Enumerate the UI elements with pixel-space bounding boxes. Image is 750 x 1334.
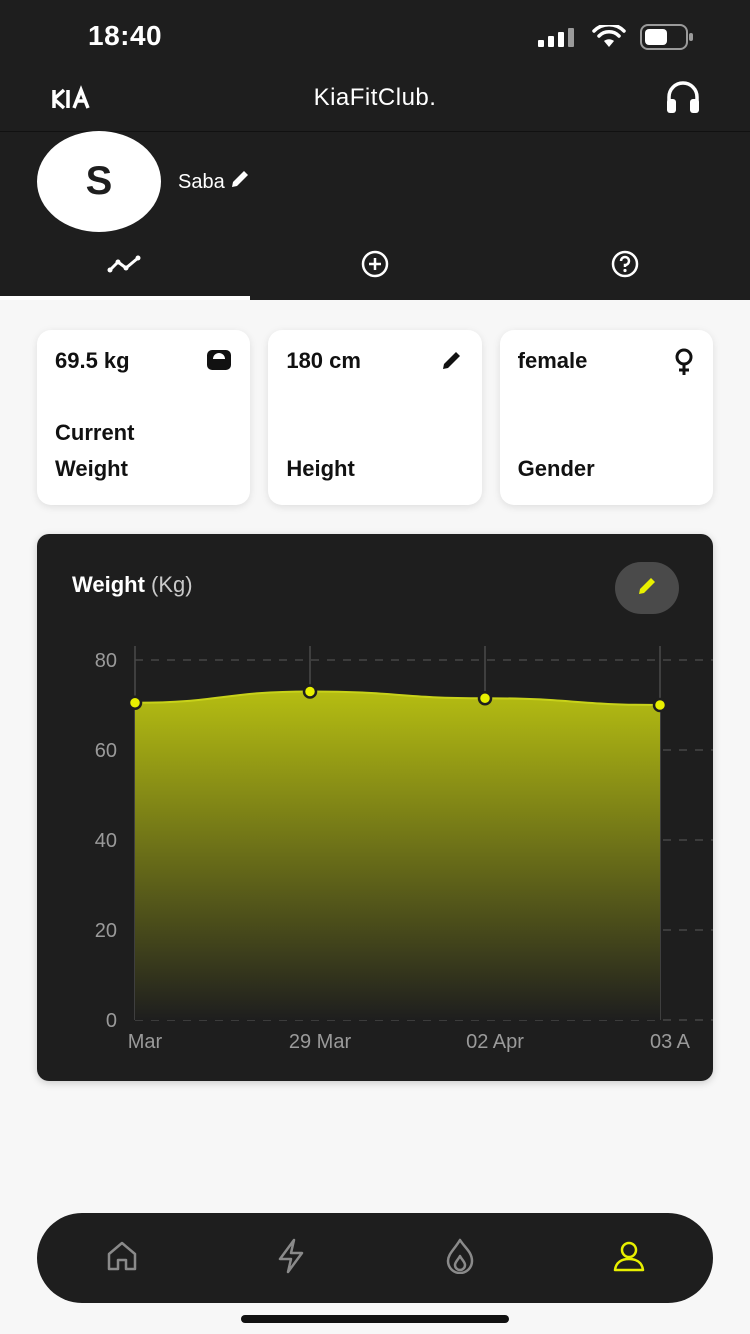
chart-line-icon <box>107 253 143 280</box>
wifi-icon <box>592 23 626 54</box>
tab-add[interactable] <box>250 240 500 300</box>
y-tick-label: 40 <box>95 830 117 852</box>
user-name: Saba <box>178 170 225 193</box>
app-title: KiaFitClub. <box>313 84 437 111</box>
status-icons <box>538 23 694 55</box>
battery-icon <box>640 24 694 55</box>
stats-cards: 69.5 kg Current Weight 180 cm Height fem… <box>37 330 713 505</box>
avatar-initial: S <box>85 159 113 203</box>
female-icon <box>673 348 695 381</box>
gender-card[interactable]: female Gender <box>499 330 713 505</box>
y-tick-label: 0 <box>106 1010 117 1032</box>
height-label: Height <box>286 456 355 481</box>
x-tick-label: 02 Apr <box>466 1031 524 1053</box>
tab-help[interactable] <box>500 240 750 300</box>
gender-label: Gender <box>517 456 595 481</box>
weight-card[interactable]: 69.5 kg Current Weight <box>37 330 251 505</box>
x-tick-label: 29 Mar <box>289 1031 352 1053</box>
x-tick-label: 03 A <box>650 1031 691 1053</box>
data-point <box>477 691 493 706</box>
x-tick-label: Mar <box>128 1031 163 1053</box>
gender-value: female <box>517 348 588 373</box>
y-tick-label: 20 <box>95 920 117 942</box>
home-indicator <box>241 1315 509 1323</box>
profile-tabs <box>0 240 750 300</box>
pencil-icon[interactable] <box>440 348 464 377</box>
nav-profile[interactable] <box>544 1213 713 1303</box>
weight-chart: 0 20 40 60 80 Mar 29 Mar 02 Apr 03 A <box>95 646 713 1053</box>
flame-icon <box>445 1238 475 1279</box>
help-circle-icon <box>610 249 640 284</box>
nav-home[interactable] <box>37 1213 206 1303</box>
bolt-icon <box>276 1238 306 1279</box>
weight-label: Current Weight <box>55 420 135 481</box>
height-card[interactable]: 180 cm Height <box>268 330 482 505</box>
data-point <box>302 684 318 699</box>
avatar[interactable]: S <box>37 131 161 232</box>
data-point <box>652 697 668 713</box>
user-name-row[interactable]: Saba <box>178 168 251 196</box>
user-icon <box>612 1239 646 1278</box>
tab-progress[interactable] <box>0 240 250 300</box>
weight-chart-card: Weight (Kg) 0 20 40 60 80 Mar 29 Mar 02 Apr 03 A <box>37 534 713 1081</box>
header-area: 18:40 KiaFitClub. S Saba <box>0 0 750 300</box>
scale-icon <box>206 348 232 377</box>
plus-circle-icon <box>360 249 390 284</box>
headset-icon[interactable] <box>664 80 702 121</box>
height-value: 180 cm <box>286 348 361 373</box>
nav-calories[interactable] <box>375 1213 544 1303</box>
nav-workouts[interactable] <box>206 1213 375 1303</box>
y-tick-label: 60 <box>95 740 117 762</box>
data-point <box>127 695 143 710</box>
home-icon <box>105 1240 139 1277</box>
pencil-icon[interactable] <box>229 168 251 196</box>
signal-icon <box>538 27 578 52</box>
area-fill <box>135 691 660 1020</box>
status-time: 18:40 <box>88 20 163 51</box>
y-tick-label: 80 <box>95 650 117 672</box>
bottom-nav <box>37 1213 713 1303</box>
